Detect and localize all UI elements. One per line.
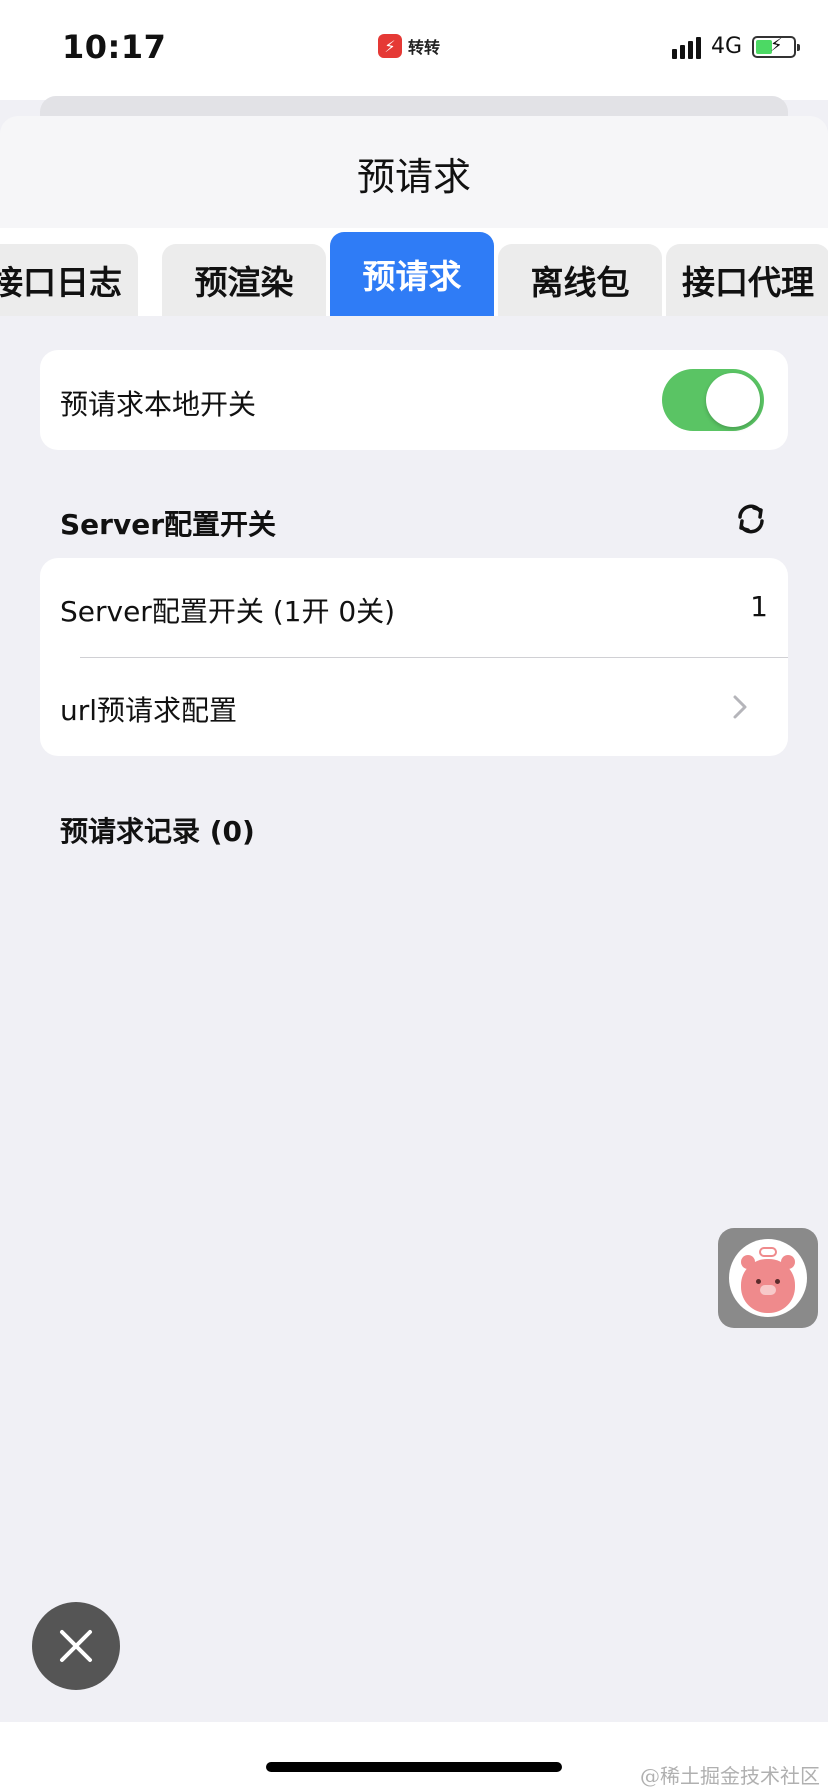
network-label: 4G xyxy=(710,34,742,59)
server-section-title: Server配置开关 xyxy=(60,508,277,541)
server-switch-label: Server配置开关 (1开 0关) xyxy=(60,595,396,628)
status-app-name: 转转 xyxy=(408,38,441,57)
records-title: 预请求记录 (0) xyxy=(60,815,255,848)
status-time: 10:17 xyxy=(62,28,167,66)
local-switch-toggle[interactable] xyxy=(662,369,764,431)
local-switch-card: 预请求本地开关 xyxy=(40,350,788,450)
local-switch-label: 预请求本地开关 xyxy=(60,388,257,421)
refresh-icon[interactable] xyxy=(734,502,768,536)
server-switch-value[interactable]: 1 xyxy=(750,590,768,623)
close-button[interactable] xyxy=(32,1602,120,1690)
charging-bolt-icon: ⚡ xyxy=(770,34,783,56)
status-app-indicator: ⚡ 转转 xyxy=(378,34,440,58)
bear-eye xyxy=(756,1279,761,1284)
tab-bar: 接口日志 预渲染 预请求 离线包 接口代理 xyxy=(0,228,828,316)
tab-api-log[interactable]: 接口日志 xyxy=(0,244,138,316)
battery-icon: ⚡ xyxy=(752,34,800,58)
bear-snout xyxy=(760,1285,776,1295)
signal-icon xyxy=(671,35,701,59)
bear-avatar-icon xyxy=(729,1239,807,1317)
page-title: 预请求 xyxy=(356,155,471,199)
close-icon xyxy=(60,1630,92,1662)
tab-prerequest[interactable]: 预请求 xyxy=(330,232,494,316)
tab-prerender[interactable]: 预渲染 xyxy=(162,244,326,316)
row-divider xyxy=(80,657,788,658)
tab-api-proxy[interactable]: 接口代理 xyxy=(666,244,828,316)
server-config-card: Server配置开关 (1开 0关) 1 url预请求配置 xyxy=(40,558,788,756)
url-prerequest-config-label[interactable]: url预请求配置 xyxy=(60,689,237,729)
home-indicator[interactable] xyxy=(266,1762,562,1772)
app-badge-icon: ⚡ xyxy=(378,34,402,58)
toggle-knob xyxy=(706,373,760,427)
status-right: 4G ⚡ xyxy=(671,34,800,59)
bear-bow xyxy=(759,1247,777,1257)
status-bar: 10:17 ⚡ 转转 4G ⚡ xyxy=(0,0,828,100)
floating-debug-button[interactable] xyxy=(718,1228,818,1328)
tab-offline-package[interactable]: 离线包 xyxy=(498,244,662,316)
bear-eye xyxy=(775,1279,780,1284)
page-header: 预请求 xyxy=(0,116,828,228)
chevron-right-icon[interactable] xyxy=(730,693,750,721)
watermark: @稀土掘金技术社区 xyxy=(640,1764,820,1788)
